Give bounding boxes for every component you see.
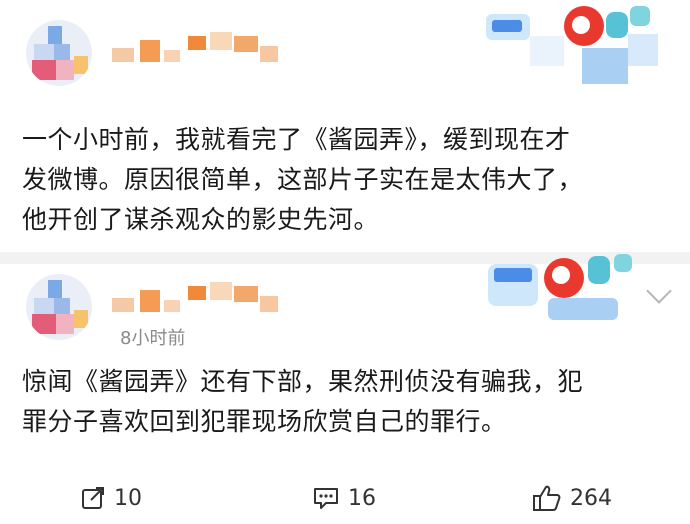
like-count: 264 — [570, 485, 612, 511]
post-text: 惊闻《酱园弄》还有下部，果然刑侦没有骗我，犯 罪分子喜欢回到犯罪现场欣赏自己的罪… — [22, 367, 584, 436]
post-card-1: 一个小时前，我就看完了《酱园弄》，缓到现在才 发微博。原因很简单，这部片子实在是… — [0, 0, 690, 252]
share-icon — [80, 485, 106, 511]
post-time: 8小时前 — [120, 328, 186, 349]
comment-count: 16 — [348, 485, 376, 511]
avatar[interactable] — [26, 20, 92, 86]
avatar[interactable] — [26, 274, 92, 340]
action-bar: 10 16 264 — [0, 472, 690, 524]
chevron-down-icon[interactable] — [646, 278, 672, 304]
comment-icon — [312, 485, 340, 511]
thumbs-up-icon — [532, 484, 562, 512]
username[interactable] — [112, 30, 312, 70]
post-text: 一个小时前，我就看完了《酱园弄》，缓到现在才 发微博。原因很简单，这部片子实在是… — [22, 125, 584, 234]
repost-button[interactable]: 10 — [80, 480, 142, 516]
username[interactable] — [112, 280, 312, 320]
post-card-2: 8小时前 惊闻《酱园弄》还有下部，果然刑侦没有骗我，犯 罪分子喜欢回到犯罪现场欣… — [0, 252, 690, 472]
event-badge — [486, 6, 662, 86]
repost-count: 10 — [114, 485, 142, 511]
like-button[interactable]: 264 — [532, 480, 612, 516]
comment-button[interactable]: 16 — [312, 480, 376, 516]
event-badge — [488, 254, 648, 324]
